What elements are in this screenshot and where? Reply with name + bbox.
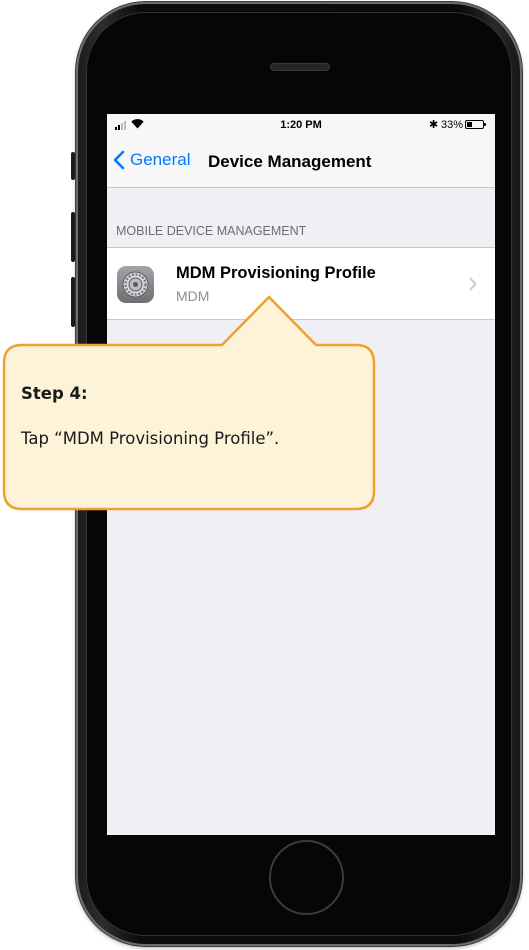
home-button[interactable]: [269, 840, 344, 915]
mute-switch: [71, 152, 75, 180]
chevron-right-icon: [469, 277, 477, 291]
earpiece-speaker: [271, 64, 329, 70]
navigation-bar: General Device Management: [107, 136, 495, 188]
back-button[interactable]: General: [113, 150, 190, 170]
callout-body: Tap “MDM Provisioning Profile”.: [21, 429, 280, 448]
callout-title: Step 4:: [21, 384, 88, 403]
battery-percent: 33%: [441, 119, 464, 131]
page-title: Device Management: [208, 152, 372, 171]
phone-screen: 1:20 PM ✱ 33% General Device Management …: [107, 114, 495, 835]
chevron-left-icon: [113, 150, 125, 170]
phone-frame: 1:20 PM ✱ 33% General Device Management …: [71, 2, 522, 946]
mdm-profile-row[interactable]: MDM Provisioning Profile MDM: [107, 247, 495, 320]
row-title: MDM Provisioning Profile: [176, 264, 376, 282]
settings-gear-icon: [117, 266, 154, 303]
section-header: MOBILE DEVICE MANAGEMENT: [116, 224, 307, 238]
status-bar: 1:20 PM ✱ 33%: [107, 114, 495, 136]
volume-up-button: [71, 212, 75, 262]
back-button-label: General: [130, 150, 191, 169]
bluetooth-icon: ✱: [429, 119, 439, 131]
row-subtitle: MDM: [176, 288, 210, 304]
volume-down-button: [71, 277, 75, 327]
battery-icon: [465, 120, 486, 129]
